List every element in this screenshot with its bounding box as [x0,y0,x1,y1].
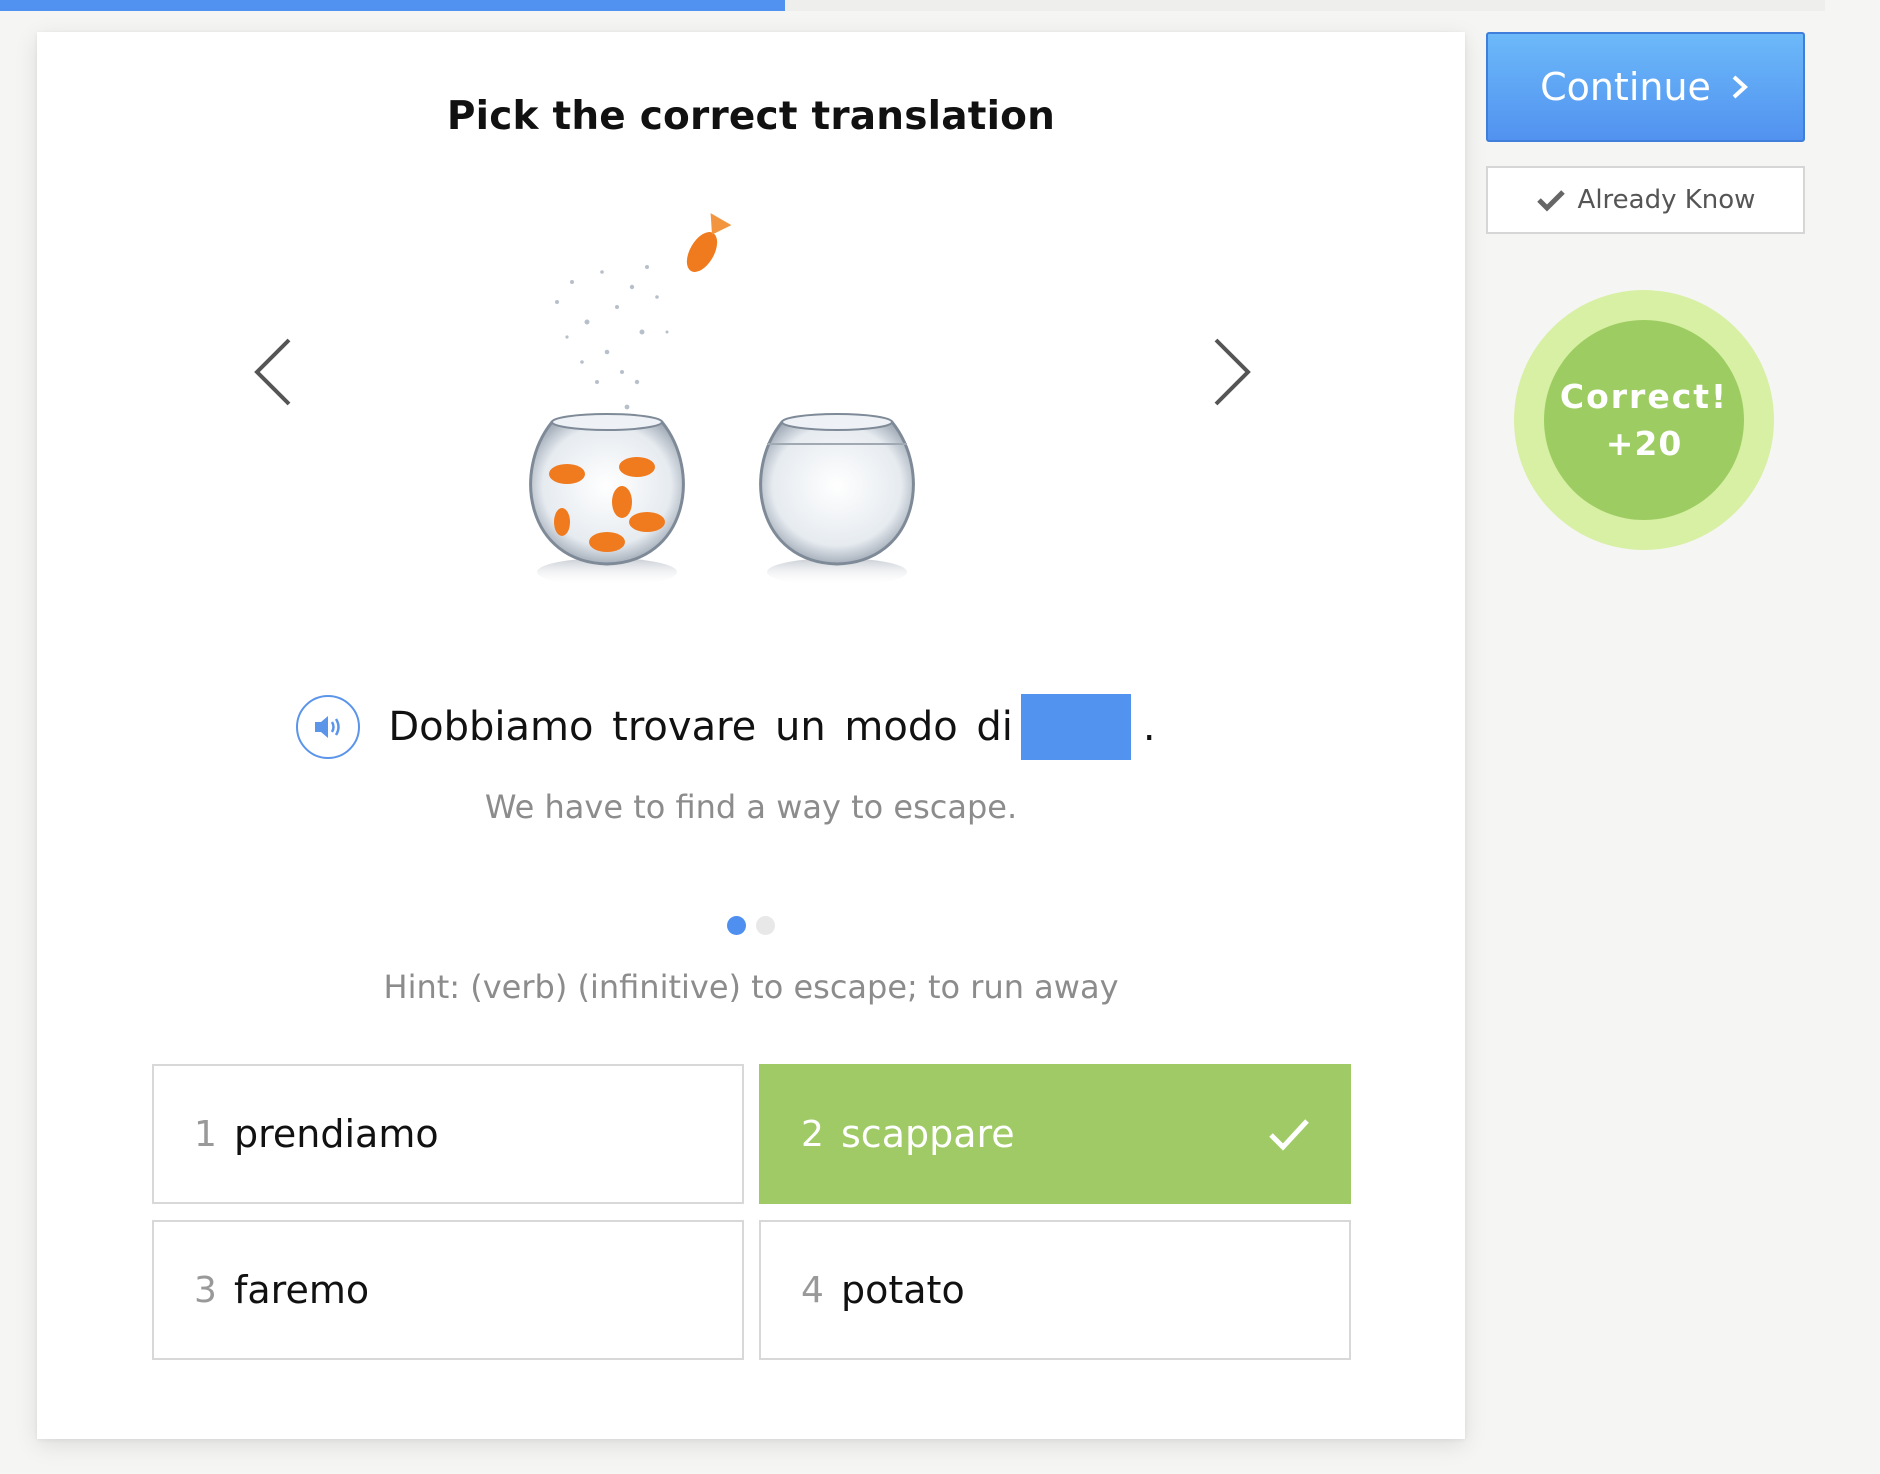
option-number: 1 [194,1113,217,1155]
result-points: +20 [1605,424,1683,463]
pager-dot-2[interactable] [756,916,775,935]
option-word: scappare [841,1112,1015,1156]
pager-dot-1[interactable] [727,916,746,935]
chevron-left-icon [254,338,291,406]
chevron-right-icon [1732,75,1748,99]
chevron-right-icon [1214,338,1251,406]
continue-label: Continue [1540,65,1711,109]
exercise-title: Pick the correct translation [446,94,1056,139]
speaker-icon [315,716,341,738]
continue-button[interactable]: Continue [1486,32,1805,142]
image-pager [37,916,1465,935]
result-badge-inner: Correct! +20 [1544,320,1744,520]
lesson-progress-bar [0,0,1825,11]
option-word: prendiamo [234,1112,439,1156]
checkmark-icon [1269,1119,1309,1151]
italian-sentence: Dobbiamo trovare un modo di [388,704,1013,750]
fish-jumping-between-bowls-image [497,212,1057,592]
answer-option-3[interactable]: 3 faremo [152,1220,744,1360]
option-word: potato [841,1268,965,1312]
checkmark-icon [1536,190,1565,212]
sentence-period: . [1142,704,1156,750]
option-word: faremo [234,1268,370,1312]
exercise-card: Pick the correct translation Dobbiamo tr… [37,32,1465,1439]
already-know-label: Already Know [1577,185,1756,215]
answer-option-1[interactable]: 1 prendiamo [152,1064,744,1204]
answer-option-2[interactable]: 2 scappare [759,1064,1351,1204]
play-audio-button[interactable] [296,695,361,759]
option-number: 2 [801,1113,824,1155]
result-label: Correct! [1559,377,1729,416]
lesson-progress-fill [0,0,785,11]
english-translation: We have to find a way to escape. [484,788,1018,826]
already-know-button[interactable]: Already Know [1486,166,1805,234]
result-badge: Correct! +20 [1514,290,1774,550]
sentence-row: Dobbiamo trovare un modo di . [37,694,1465,760]
option-number: 3 [194,1269,217,1311]
answer-blank [1020,694,1131,760]
answer-option-4[interactable]: 4 potato [759,1220,1351,1360]
next-image-button[interactable] [1200,332,1260,412]
option-number: 4 [801,1269,824,1311]
previous-image-button[interactable] [245,332,305,412]
hint-text: Hint: (verb) (infinitive) to escape; to … [383,968,1119,1006]
